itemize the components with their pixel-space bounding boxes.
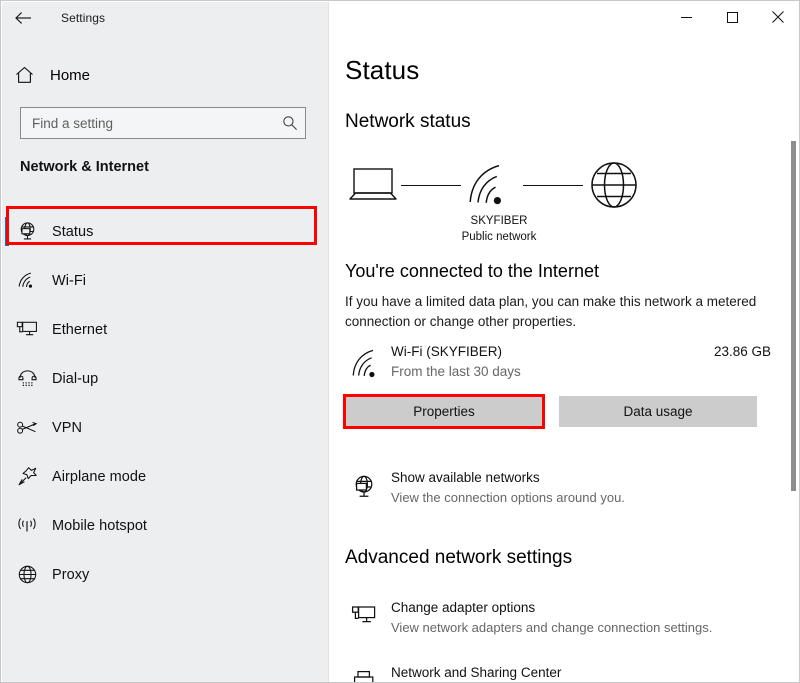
wifi-signal-icon <box>461 162 523 208</box>
sidebar-nav-list: Status Wi-Fi <box>2 207 329 599</box>
sidebar-item-status[interactable]: Status <box>2 207 329 256</box>
search-box[interactable] <box>20 107 306 139</box>
sidebar-item-mobile-hotspot[interactable]: Mobile hotspot <box>2 501 329 550</box>
home-icon <box>2 66 46 84</box>
wifi-icon <box>2 271 52 290</box>
network-diagram: SKYFIBER Public network <box>345 157 665 252</box>
sidebar-item-airplane-mode-label: Airplane mode <box>52 469 146 485</box>
scrollbar-thumb[interactable] <box>791 141 796 491</box>
connected-heading: You're connected to the Internet <box>345 261 599 282</box>
connection-period: From the last 30 days <box>391 364 521 379</box>
back-button[interactable] <box>1 2 45 34</box>
globe-icon <box>2 564 52 585</box>
sidebar-item-dialup[interactable]: Dial-up <box>2 354 329 403</box>
show-available-networks-link[interactable]: Show available networks View the connect… <box>345 469 785 513</box>
network-sharing-center-title: Network and Sharing Center <box>391 665 561 680</box>
show-available-networks-title: Show available networks <box>391 470 540 485</box>
diagram-network-name: SKYFIBER <box>439 213 559 229</box>
connection-usage: 23.86 GB <box>714 344 771 359</box>
vpn-key-icon <box>2 420 52 436</box>
minimize-icon <box>681 12 692 23</box>
globe-monitor-icon <box>2 221 52 242</box>
change-adapter-options-title: Change adapter options <box>391 600 535 615</box>
advanced-network-settings-heading: Advanced network settings <box>345 547 572 569</box>
window-controls <box>663 1 800 33</box>
sidebar-item-home-label: Home <box>50 67 90 84</box>
diagram-caption: SKYFIBER Public network <box>439 213 559 245</box>
sidebar-item-proxy-label: Proxy <box>52 567 89 583</box>
sidebar-item-wifi[interactable]: Wi-Fi <box>2 256 329 305</box>
content-pane: Status Network status <box>329 2 800 683</box>
content-scrollbar[interactable] <box>787 36 799 683</box>
sharing-center-icon <box>349 667 379 683</box>
properties-button[interactable]: Properties <box>345 396 543 427</box>
change-adapter-options-link[interactable]: Change adapter options View network adap… <box>345 599 785 643</box>
diagram-network-type: Public network <box>439 229 559 245</box>
diagram-link-left <box>401 185 461 186</box>
sidebar-item-proxy[interactable]: Proxy <box>2 550 329 599</box>
data-usage-button[interactable]: Data usage <box>559 396 757 427</box>
adapter-monitor-icon <box>349 602 379 632</box>
change-adapter-options-description: View network adapters and change connect… <box>391 620 712 635</box>
window-title: Settings <box>61 11 105 25</box>
minimize-button[interactable] <box>663 1 709 33</box>
sidebar-category-title: Network & Internet <box>20 159 149 175</box>
back-arrow-icon <box>15 11 32 25</box>
maximize-icon <box>727 12 738 23</box>
connected-description: If you have a limited data plan, you can… <box>345 292 775 332</box>
close-icon <box>772 11 784 23</box>
connection-name: Wi-Fi (SKYFIBER) <box>391 344 502 359</box>
sidebar-item-ethernet-label: Ethernet <box>52 322 107 338</box>
network-sharing-center-link[interactable]: Network and Sharing Center <box>345 664 785 683</box>
connection-summary: Wi-Fi (SKYFIBER) From the last 30 days 2… <box>345 342 785 388</box>
sidebar-item-wifi-label: Wi-Fi <box>52 273 86 289</box>
sidebar-item-vpn-label: VPN <box>52 420 82 436</box>
close-button[interactable] <box>755 1 800 33</box>
sidebar: Home Network & Internet <box>2 2 329 683</box>
action-buttons: Properties Data usage <box>345 396 785 427</box>
show-available-networks-description: View the connection options around you. <box>391 490 625 505</box>
sidebar-item-dialup-label: Dial-up <box>52 371 98 387</box>
selection-accent-bar <box>5 217 9 246</box>
network-status-heading: Network status <box>345 111 471 133</box>
sidebar-item-vpn[interactable]: VPN <box>2 403 329 452</box>
hotspot-icon <box>2 516 52 535</box>
settings-window: Settings <box>0 0 800 683</box>
sidebar-item-home[interactable]: Home <box>2 57 329 93</box>
sidebar-item-mobile-hotspot-label: Mobile hotspot <box>52 518 147 534</box>
sidebar-item-status-label: Status <box>52 224 93 240</box>
maximize-button[interactable] <box>709 1 755 33</box>
wifi-icon <box>351 348 385 385</box>
search-icon[interactable] <box>275 115 305 131</box>
globe-icon <box>583 160 639 210</box>
laptop-icon <box>345 163 401 207</box>
sidebar-item-airplane-mode[interactable]: Airplane mode <box>2 452 329 501</box>
ethernet-icon <box>2 320 52 340</box>
globe-monitor-icon <box>349 472 379 502</box>
search-input[interactable] <box>21 108 275 138</box>
sidebar-item-ethernet[interactable]: Ethernet <box>2 305 329 354</box>
page-title: Status <box>345 55 419 86</box>
airplane-icon <box>2 466 52 487</box>
diagram-link-right <box>523 185 583 186</box>
dialup-phone-icon <box>2 369 52 389</box>
